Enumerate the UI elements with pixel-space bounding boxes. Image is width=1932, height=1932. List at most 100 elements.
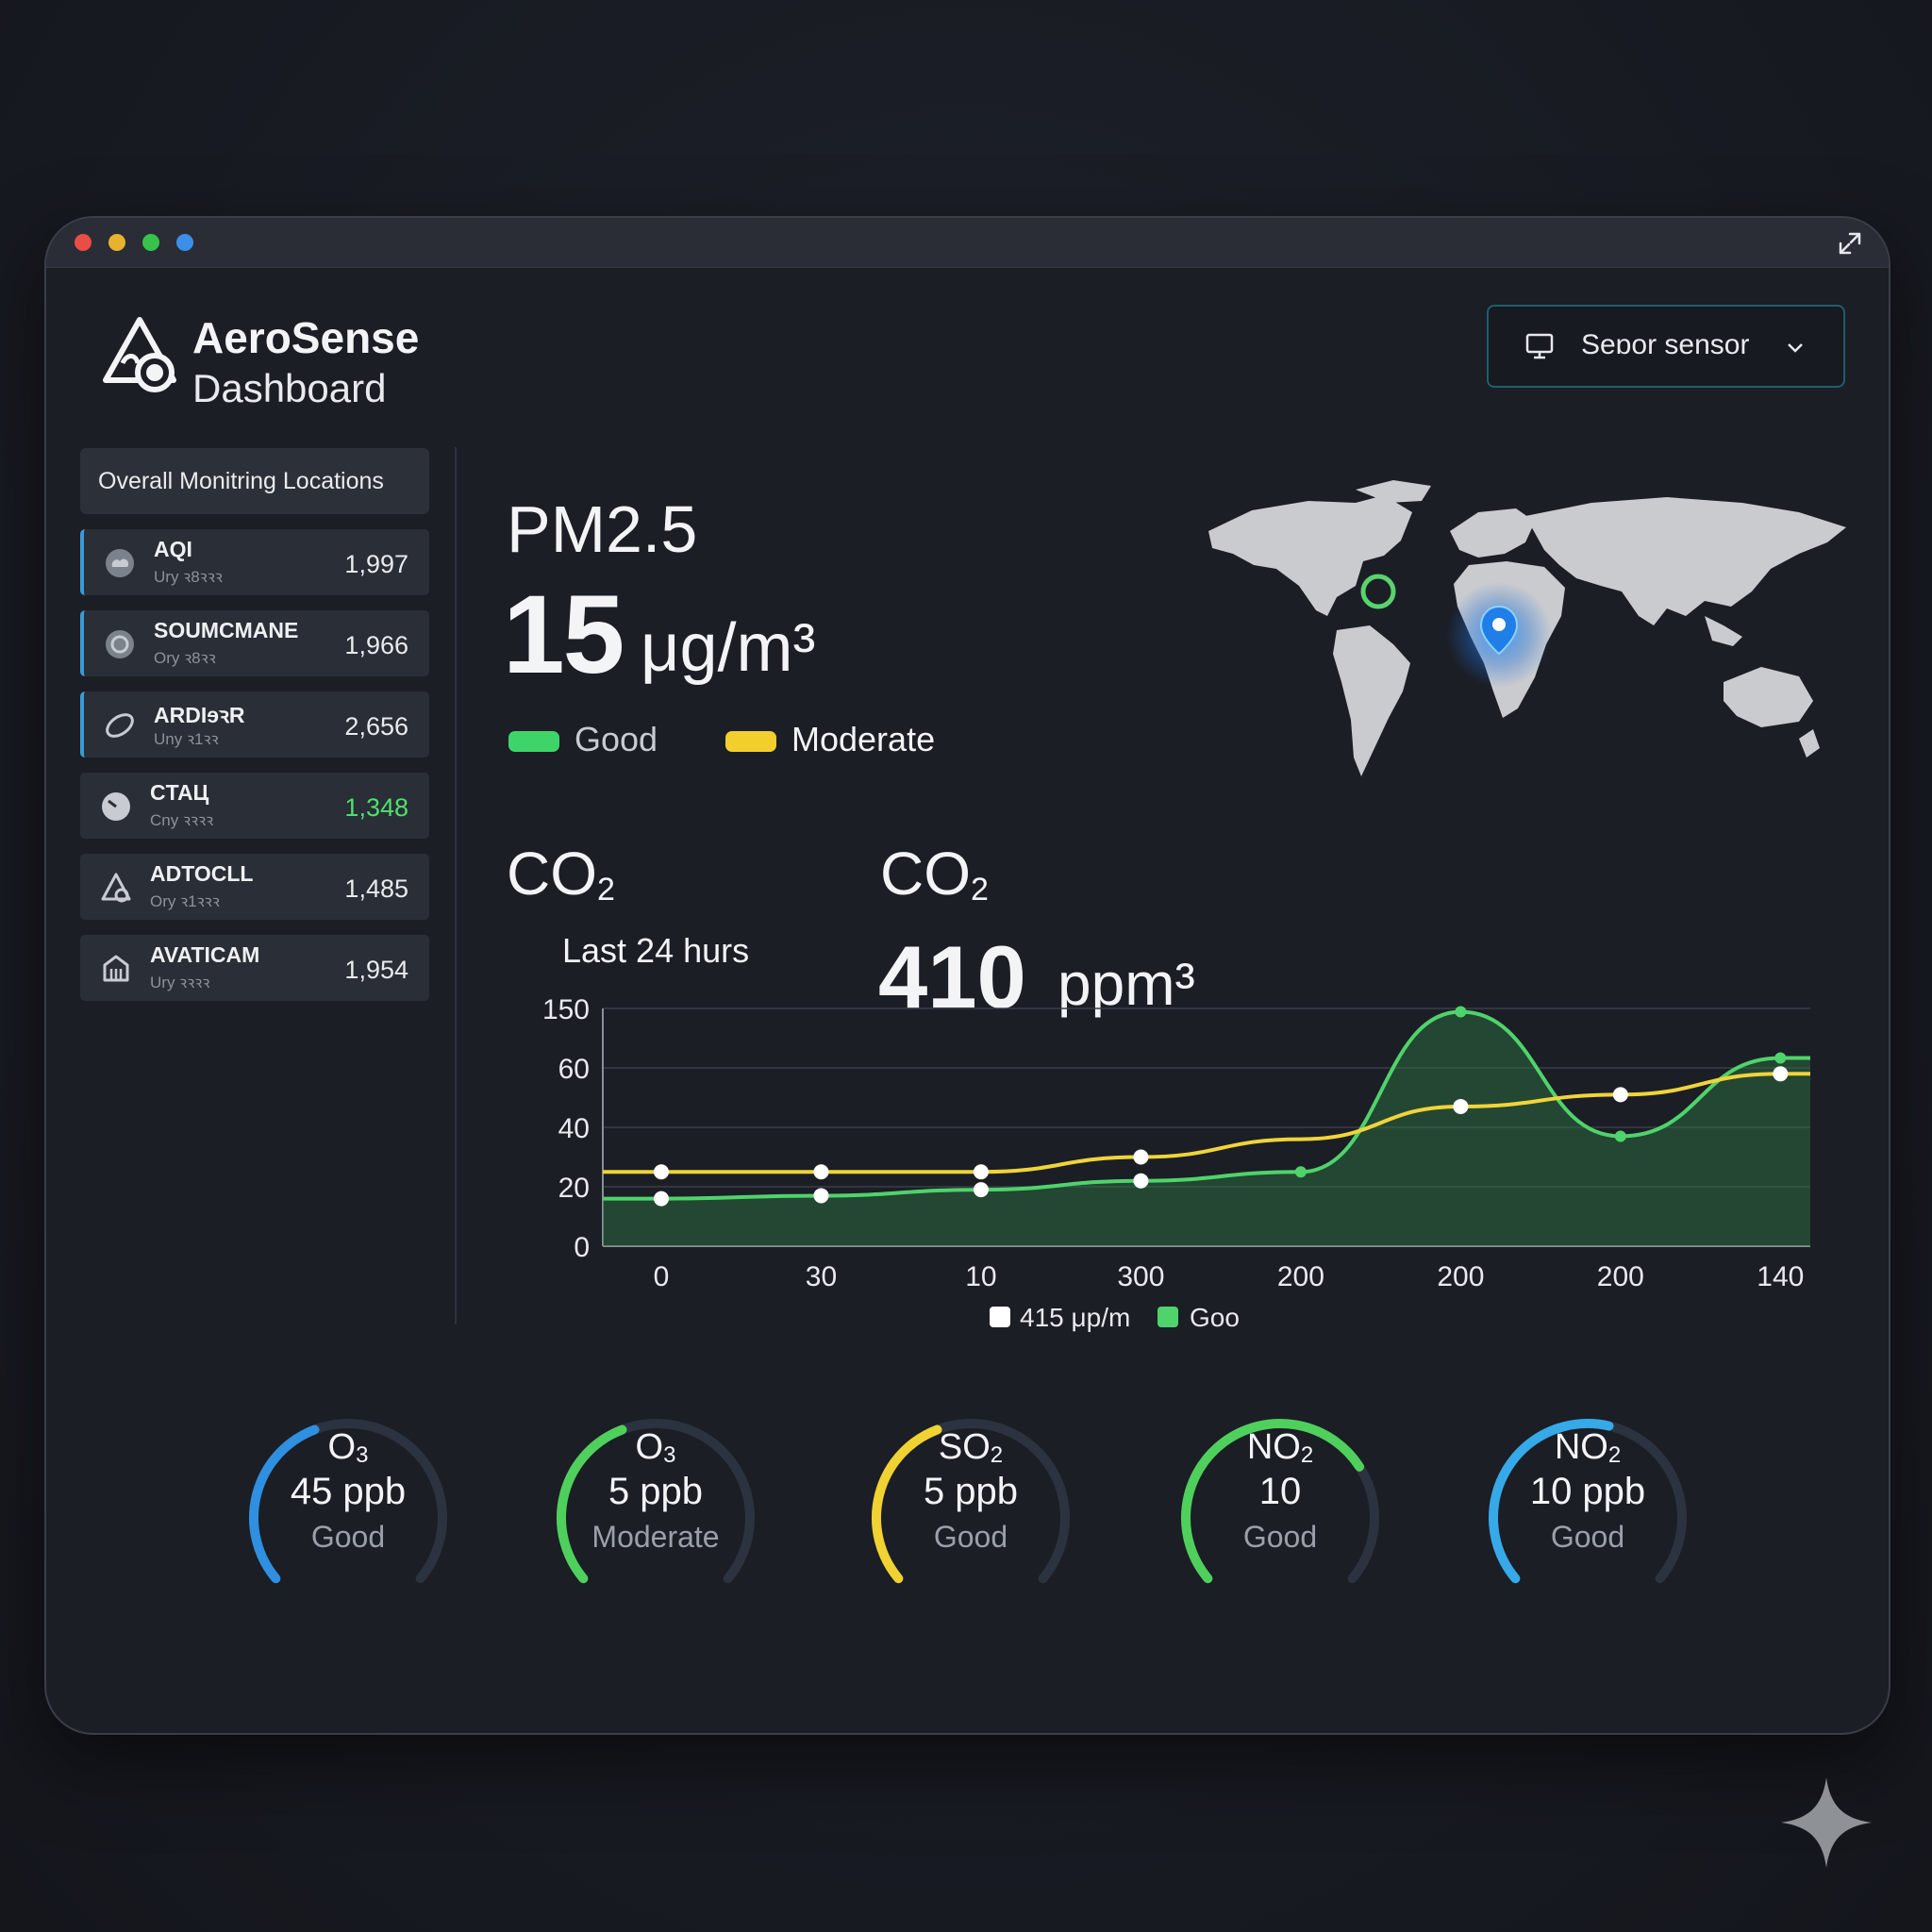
gauge-pollutant: O3 <box>635 1427 676 1468</box>
location-ring-green-icon[interactable] <box>1360 574 1396 609</box>
location-row[interactable]: ADTOCLL Ory ꝛ1ꝛꝛꝛ 1,485 <box>80 854 429 920</box>
data-point-yellow <box>1612 1087 1628 1103</box>
chevron-down-icon <box>1788 343 1803 353</box>
data-point-green <box>654 1191 669 1207</box>
gauge-no2-1[interactable]: NO2 10 Good <box>1158 1414 1403 1631</box>
gauge-o3-1[interactable]: O3 45 ppb Good <box>225 1414 471 1631</box>
gauge-value: 5 ppb <box>923 1471 1019 1512</box>
x-tick-label: 30 <box>806 1261 837 1292</box>
location-value: 1,954 <box>344 956 408 984</box>
location-sub: Cny ꝛꝛꝛꝛ <box>150 811 214 829</box>
recycle-icon <box>101 873 131 903</box>
legend-swatch-good <box>508 731 559 752</box>
pm25-value: 15 <box>503 573 625 697</box>
data-point-yellow <box>1773 1066 1789 1082</box>
gauge-o3-2[interactable]: O3 5 ppb Moderate <box>533 1414 778 1631</box>
y-tick-label: 40 <box>558 1113 590 1144</box>
gauge-status: Moderate <box>591 1520 720 1554</box>
building-icon <box>103 955 129 982</box>
series-area-green <box>603 1011 1810 1246</box>
location-name: AVATICAM <box>150 942 260 967</box>
aerosense-logo-icon <box>103 317 176 392</box>
data-point-green <box>1455 1006 1467 1018</box>
y-tick-label: 150 <box>542 994 590 1025</box>
pm25-unit: μg/m³ <box>641 610 816 686</box>
location-value: 1,348 <box>344 793 408 822</box>
data-point-yellow <box>654 1164 669 1180</box>
gauge-pollutant: NO2 <box>1554 1427 1622 1468</box>
brand: AeroSense Dashboard <box>98 305 494 410</box>
gauge-value: 45 ppb <box>290 1471 407 1512</box>
gauge-status: Good <box>310 1520 386 1554</box>
location-sub: Uny ꝛ1ꝛꝛ <box>154 730 219 748</box>
expand-icon[interactable] <box>1836 229 1864 258</box>
chart-legend-label-1: 415 μp/m <box>1020 1303 1131 1332</box>
locations-sidebar: Overall Monitring Locations AQI Ury ꝛ8ꝛꝛ… <box>80 448 429 1001</box>
gauge-icon <box>102 792 130 821</box>
maximize-window-button[interactable] <box>142 234 159 251</box>
close-window-button[interactable] <box>75 234 92 251</box>
data-point-green <box>1133 1173 1149 1189</box>
x-tick-label: 140 <box>1757 1261 1804 1292</box>
data-point-yellow <box>813 1164 829 1180</box>
dashboard-window: AeroSense Dashboard Seɒor sensor Overall… <box>44 216 1890 1735</box>
y-tick-label: 20 <box>558 1173 590 1204</box>
location-name: AQI <box>154 537 192 561</box>
gauge-value: 10 ppb <box>1529 1471 1646 1512</box>
minimize-window-button[interactable] <box>108 234 125 251</box>
location-row[interactable]: AVATICAM Ury ꝛꝛꝛꝛ 1,954 <box>80 935 429 1001</box>
location-name: ARDIɘꝛR <box>154 703 245 727</box>
gauge-status: Good <box>933 1520 1008 1554</box>
gauge-no2-2[interactable]: NO2 10 ppb Good <box>1465 1414 1710 1631</box>
x-tick-label: 0 <box>654 1261 670 1292</box>
x-tick-label: 200 <box>1597 1261 1644 1292</box>
location-value: 1,966 <box>344 631 408 659</box>
location-row[interactable]: AQI Ury ꝛ8ꝛꝛꝛ 1,997 <box>80 529 429 595</box>
data-point-green <box>973 1182 989 1198</box>
location-name: SOUMCMANE <box>154 618 299 642</box>
extra-window-button[interactable] <box>176 234 193 251</box>
sensor-dropdown-label: Seɒor sensor <box>1581 329 1750 360</box>
gauge-status: Good <box>1550 1520 1625 1554</box>
location-value: 1,997 <box>344 550 408 578</box>
gauge-value: 5 ppb <box>608 1471 704 1512</box>
chart-legend-label-2: Goo <box>1190 1303 1240 1332</box>
data-point-yellow <box>1133 1149 1149 1165</box>
location-name: ADTOCLL <box>150 861 254 886</box>
data-point-yellow <box>1453 1098 1469 1114</box>
sensor-dropdown[interactable]: Seɒor sensor <box>1487 305 1845 388</box>
world-map[interactable] <box>1195 475 1856 824</box>
location-row[interactable]: CTAЦ Cny ꝛꝛꝛꝛ 1,348 <box>80 773 429 839</box>
brand-name: AeroSense <box>192 313 420 362</box>
x-tick-label: 300 <box>1117 1261 1164 1292</box>
globe-icon <box>106 630 134 658</box>
brand-subtitle: Dashboard <box>192 366 387 410</box>
x-tick-label: 10 <box>965 1261 996 1292</box>
monitor-icon <box>1525 333 1554 359</box>
co2-reading-label: CO2 <box>880 840 989 908</box>
legend-label-moderate: Moderate <box>791 720 936 758</box>
gauge-pollutant: O3 <box>327 1427 369 1468</box>
gauge-pollutant: NO2 <box>1246 1427 1314 1468</box>
gauge-pollutant: SO2 <box>938 1427 1004 1468</box>
gauge-so2[interactable]: SO2 5 ppb Good <box>848 1414 1093 1631</box>
location-sub: Ory ꝛ8ꝛꝛ <box>154 649 216 667</box>
location-sub: Ory ꝛ1ꝛꝛꝛ <box>150 892 220 910</box>
location-sub: Ury ꝛꝛꝛꝛ <box>150 974 210 991</box>
y-tick-label: 60 <box>558 1054 590 1085</box>
data-point-green <box>813 1188 829 1204</box>
chart-legend-swatch-1 <box>990 1307 1010 1327</box>
gauge-status: Good <box>1242 1520 1318 1554</box>
data-point-green <box>1614 1130 1626 1142</box>
data-point-green <box>1294 1166 1307 1178</box>
data-point-green <box>1774 1052 1787 1064</box>
gauge-value: 10 <box>1258 1471 1302 1512</box>
location-value: 1,485 <box>344 874 408 903</box>
location-sub: Ury ꝛ8ꝛꝛꝛ <box>154 568 223 586</box>
cloud-icon <box>106 549 134 577</box>
leaf-icon <box>106 713 134 738</box>
location-row[interactable]: ARDIɘꝛR Uny ꝛ1ꝛꝛ 2,656 <box>80 691 429 758</box>
location-row[interactable]: SOUMCMANE Ory ꝛ8ꝛꝛ 1,966 <box>80 610 429 676</box>
legend-swatch-moderate <box>725 731 776 752</box>
chart-legend: 415 μp/m Goo <box>990 1299 1291 1337</box>
